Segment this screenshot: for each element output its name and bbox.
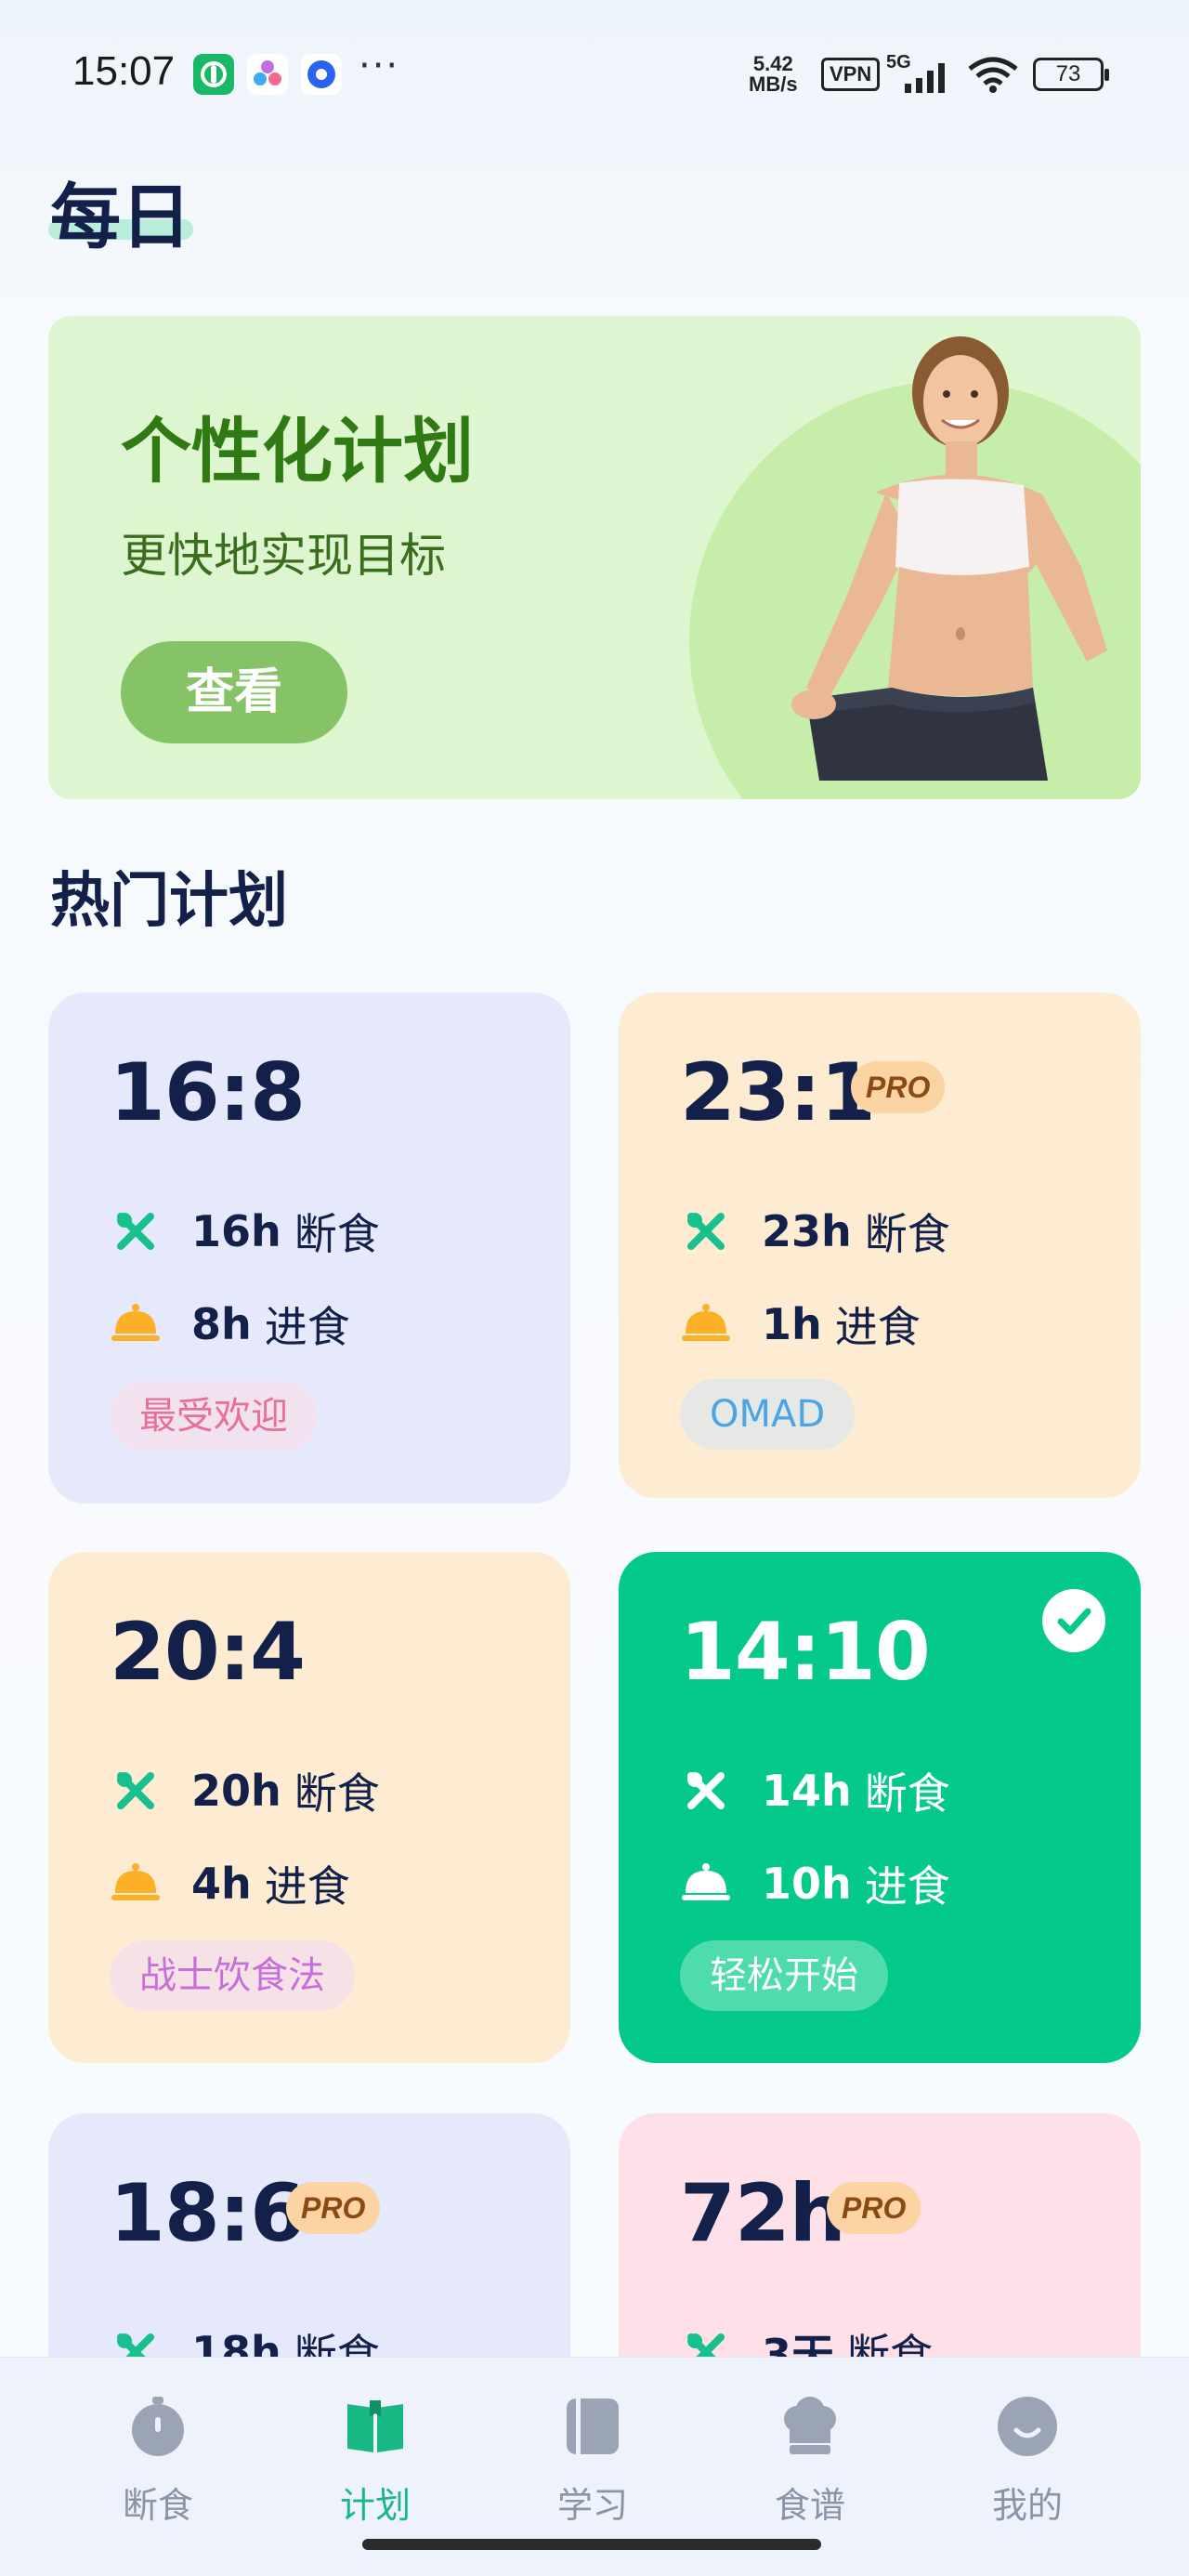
nav-label: 我的	[991, 2485, 1063, 2526]
utensils-icon	[687, 1772, 725, 1809]
fitness-woman-image	[791, 336, 1107, 781]
plan-ratio: 16:8	[110, 1046, 306, 1139]
app-notification-icon	[301, 54, 342, 95]
banner-subtitle: 更快地实现目标	[121, 529, 446, 583]
fasting-hours: 14h	[762, 1766, 852, 1816]
eating-hours: 4h	[191, 1859, 252, 1909]
plan-tag: 最受欢迎	[110, 1381, 318, 1452]
plan-ratio: 20:4	[110, 1606, 306, 1699]
utensils-icon	[117, 1213, 154, 1250]
utensils-icon	[117, 1772, 154, 1809]
cloche-icon	[111, 1304, 160, 1341]
more-notifications-icon: ···	[359, 45, 400, 87]
eating-hours: 10h	[762, 1859, 852, 1909]
plan-card-14-10[interactable]: 14:10 14h 断食 10h 进食 轻松开始	[619, 1552, 1141, 2063]
plan-ratio: 18:6	[110, 2167, 306, 2260]
plan-card-20-4[interactable]: 20:4 20h 断食 4h 进食 战士饮食法	[48, 1552, 570, 2063]
speed-unit: MB/s	[749, 72, 798, 96]
eating-hours: 8h	[191, 1299, 252, 1349]
notebook-icon	[567, 2399, 619, 2454]
fasting-label: 断食	[864, 1209, 950, 1259]
eating-label: 进食	[264, 1861, 350, 1912]
fasting-row: 20h 断食	[110, 1760, 380, 1821]
plan-ratio: 14:10	[680, 1606, 931, 1699]
fasting-label: 断食	[294, 1209, 380, 1259]
nav-item-profile[interactable]: 我的	[953, 2376, 1102, 2543]
screen: 15:07 ··· 5.42 MB/s VPN 5G 73 每日 个性化计划 更…	[0, 0, 1189, 2576]
nav-label: 断食	[122, 2485, 193, 2526]
plan-tag: 轻松开始	[680, 1940, 888, 2011]
nav-item-recipes[interactable]: 食谱	[736, 2376, 884, 2543]
stopwatch-icon	[132, 2397, 184, 2456]
fasting-hours: 16h	[191, 1206, 281, 1256]
selected-check-icon	[1042, 1589, 1105, 1652]
page-title: 每日	[50, 176, 191, 258]
fasting-label: 断食	[864, 1768, 950, 1819]
eating-row: 1h 进食	[680, 1294, 921, 1355]
eating-label: 进食	[264, 1302, 350, 1352]
eating-label: 进食	[864, 1861, 950, 1912]
wifi-icon	[968, 57, 1018, 93]
book-icon	[347, 2400, 403, 2452]
eating-hours: 1h	[762, 1299, 822, 1349]
profile-icon	[998, 2397, 1057, 2456]
fasting-hours: 20h	[191, 1766, 281, 1816]
eating-row: 4h 进食	[110, 1853, 350, 1914]
chef-hat-icon	[784, 2397, 836, 2454]
status-bar: 15:07 ··· 5.42 MB/s VPN 5G 73	[0, 0, 1189, 149]
personalized-plan-banner[interactable]: 个性化计划 更快地实现目标 查看	[48, 316, 1141, 799]
status-time: 15:07	[72, 48, 176, 94]
pro-badge: PRO	[827, 2182, 921, 2234]
eating-label: 进食	[834, 1302, 921, 1352]
fasting-hours: 23h	[762, 1206, 852, 1256]
section-title-popular-plans: 热门计划	[50, 867, 288, 936]
plan-ratio: 72h	[680, 2167, 846, 2260]
nav-item-learn[interactable]: 学习	[518, 2376, 667, 2543]
home-indicator[interactable]	[362, 2539, 821, 2550]
cloche-icon	[682, 1863, 730, 1900]
nav-item-plans[interactable]: 计划	[301, 2376, 450, 2543]
view-button[interactable]: 查看	[121, 641, 347, 743]
nav-label: 学习	[556, 2485, 628, 2526]
nav-item-fasting[interactable]: 断食	[84, 2376, 232, 2543]
vpn-icon: VPN	[821, 58, 881, 91]
plan-card-23-1[interactable]: 23:1 PRO 23h 断食 1h 进食 OMAD	[619, 992, 1141, 1498]
nav-label: 计划	[339, 2485, 411, 2526]
eating-row: 8h 进食	[110, 1294, 350, 1355]
banner-title: 个性化计划	[121, 410, 474, 493]
pro-badge: PRO	[286, 2182, 381, 2234]
nav-label: 食谱	[774, 2485, 845, 2526]
pro-badge: PRO	[851, 1061, 946, 1113]
fasting-row: 23h 断食	[680, 1201, 950, 1262]
utensils-icon	[687, 1213, 725, 1250]
fasting-row: 14h 断食	[680, 1760, 950, 1821]
fasting-row: 16h 断食	[110, 1201, 380, 1262]
plan-tag: OMAD	[680, 1379, 856, 1450]
signal-icon	[905, 63, 945, 93]
plan-ratio: 23:1	[680, 1046, 876, 1139]
fasting-label: 断食	[294, 1768, 380, 1819]
battery-icon: 73	[1033, 58, 1109, 91]
plan-card-16-8[interactable]: 16:8 16h 断食 8h 进食 最受欢迎	[48, 992, 570, 1504]
app-notification-icon	[247, 54, 288, 95]
eating-row: 10h 进食	[680, 1853, 950, 1914]
network-speed: 5.42 MB/s	[749, 54, 798, 95]
cloche-icon	[111, 1863, 160, 1900]
plan-tag: 战士饮食法	[110, 1940, 355, 2011]
app-notification-icon	[193, 54, 234, 95]
cloche-icon	[682, 1304, 730, 1341]
